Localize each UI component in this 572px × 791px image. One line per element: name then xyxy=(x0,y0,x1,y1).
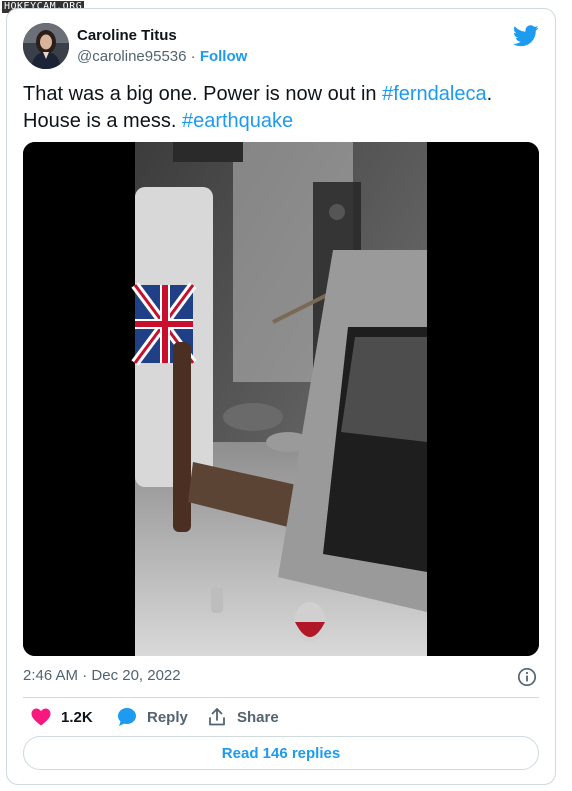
tweet-card: Caroline Titus @caroline95536 · Follow T… xyxy=(6,8,556,785)
tweet-text-line-1: That was a big one. Power is now out in … xyxy=(23,81,539,108)
tweet-time[interactable]: 2:46 AM xyxy=(23,667,78,684)
divider xyxy=(23,697,539,698)
hashtag-earthquake[interactable]: #earthquake xyxy=(182,110,293,132)
share-label: Share xyxy=(237,708,279,726)
author-handle-line: @caroline95536 · Follow xyxy=(77,48,247,65)
author-handle[interactable]: @caroline95536 xyxy=(77,48,186,65)
video-player[interactable] xyxy=(23,142,539,656)
video-frame xyxy=(23,142,539,656)
info-icon[interactable] xyxy=(517,667,537,687)
follow-button[interactable]: Follow xyxy=(200,48,248,65)
tweet-date[interactable]: Dec 20, 2022 xyxy=(91,667,180,684)
tweet-text-part: . xyxy=(486,83,493,105)
share-button[interactable]: Share xyxy=(207,706,279,728)
twitter-bird-icon[interactable] xyxy=(513,25,539,47)
tweet-text: That was a big one. Power is now out in … xyxy=(23,81,539,135)
author-name[interactable]: Caroline Titus xyxy=(77,27,177,44)
tweet-header: Caroline Titus @caroline95536 · Follow xyxy=(23,23,539,73)
tweet-meta: 2:46 AM · Dec 20, 2022 xyxy=(23,667,539,687)
like-count: 1.2K xyxy=(61,708,93,726)
reply-button[interactable]: Reply xyxy=(117,706,188,728)
reply-label: Reply xyxy=(147,708,188,726)
avatar[interactable] xyxy=(23,23,69,69)
read-replies-button[interactable]: Read 146 replies xyxy=(23,736,539,770)
tweet-text-part: That was a big one. Power is now out in xyxy=(23,83,383,105)
share-upload-icon xyxy=(209,708,225,726)
like-button[interactable]: 1.2K xyxy=(31,706,93,728)
tweet-text-part: House is a mess. xyxy=(23,110,182,132)
tweet-text-line-2: House is a mess. #earthquake xyxy=(23,108,539,135)
meta-separator: · xyxy=(78,667,92,684)
speech-bubble-icon xyxy=(118,708,136,726)
heart-icon xyxy=(31,708,51,726)
hashtag-ferndaleca[interactable]: #ferndaleca xyxy=(382,83,487,105)
handle-separator: · xyxy=(186,48,200,65)
